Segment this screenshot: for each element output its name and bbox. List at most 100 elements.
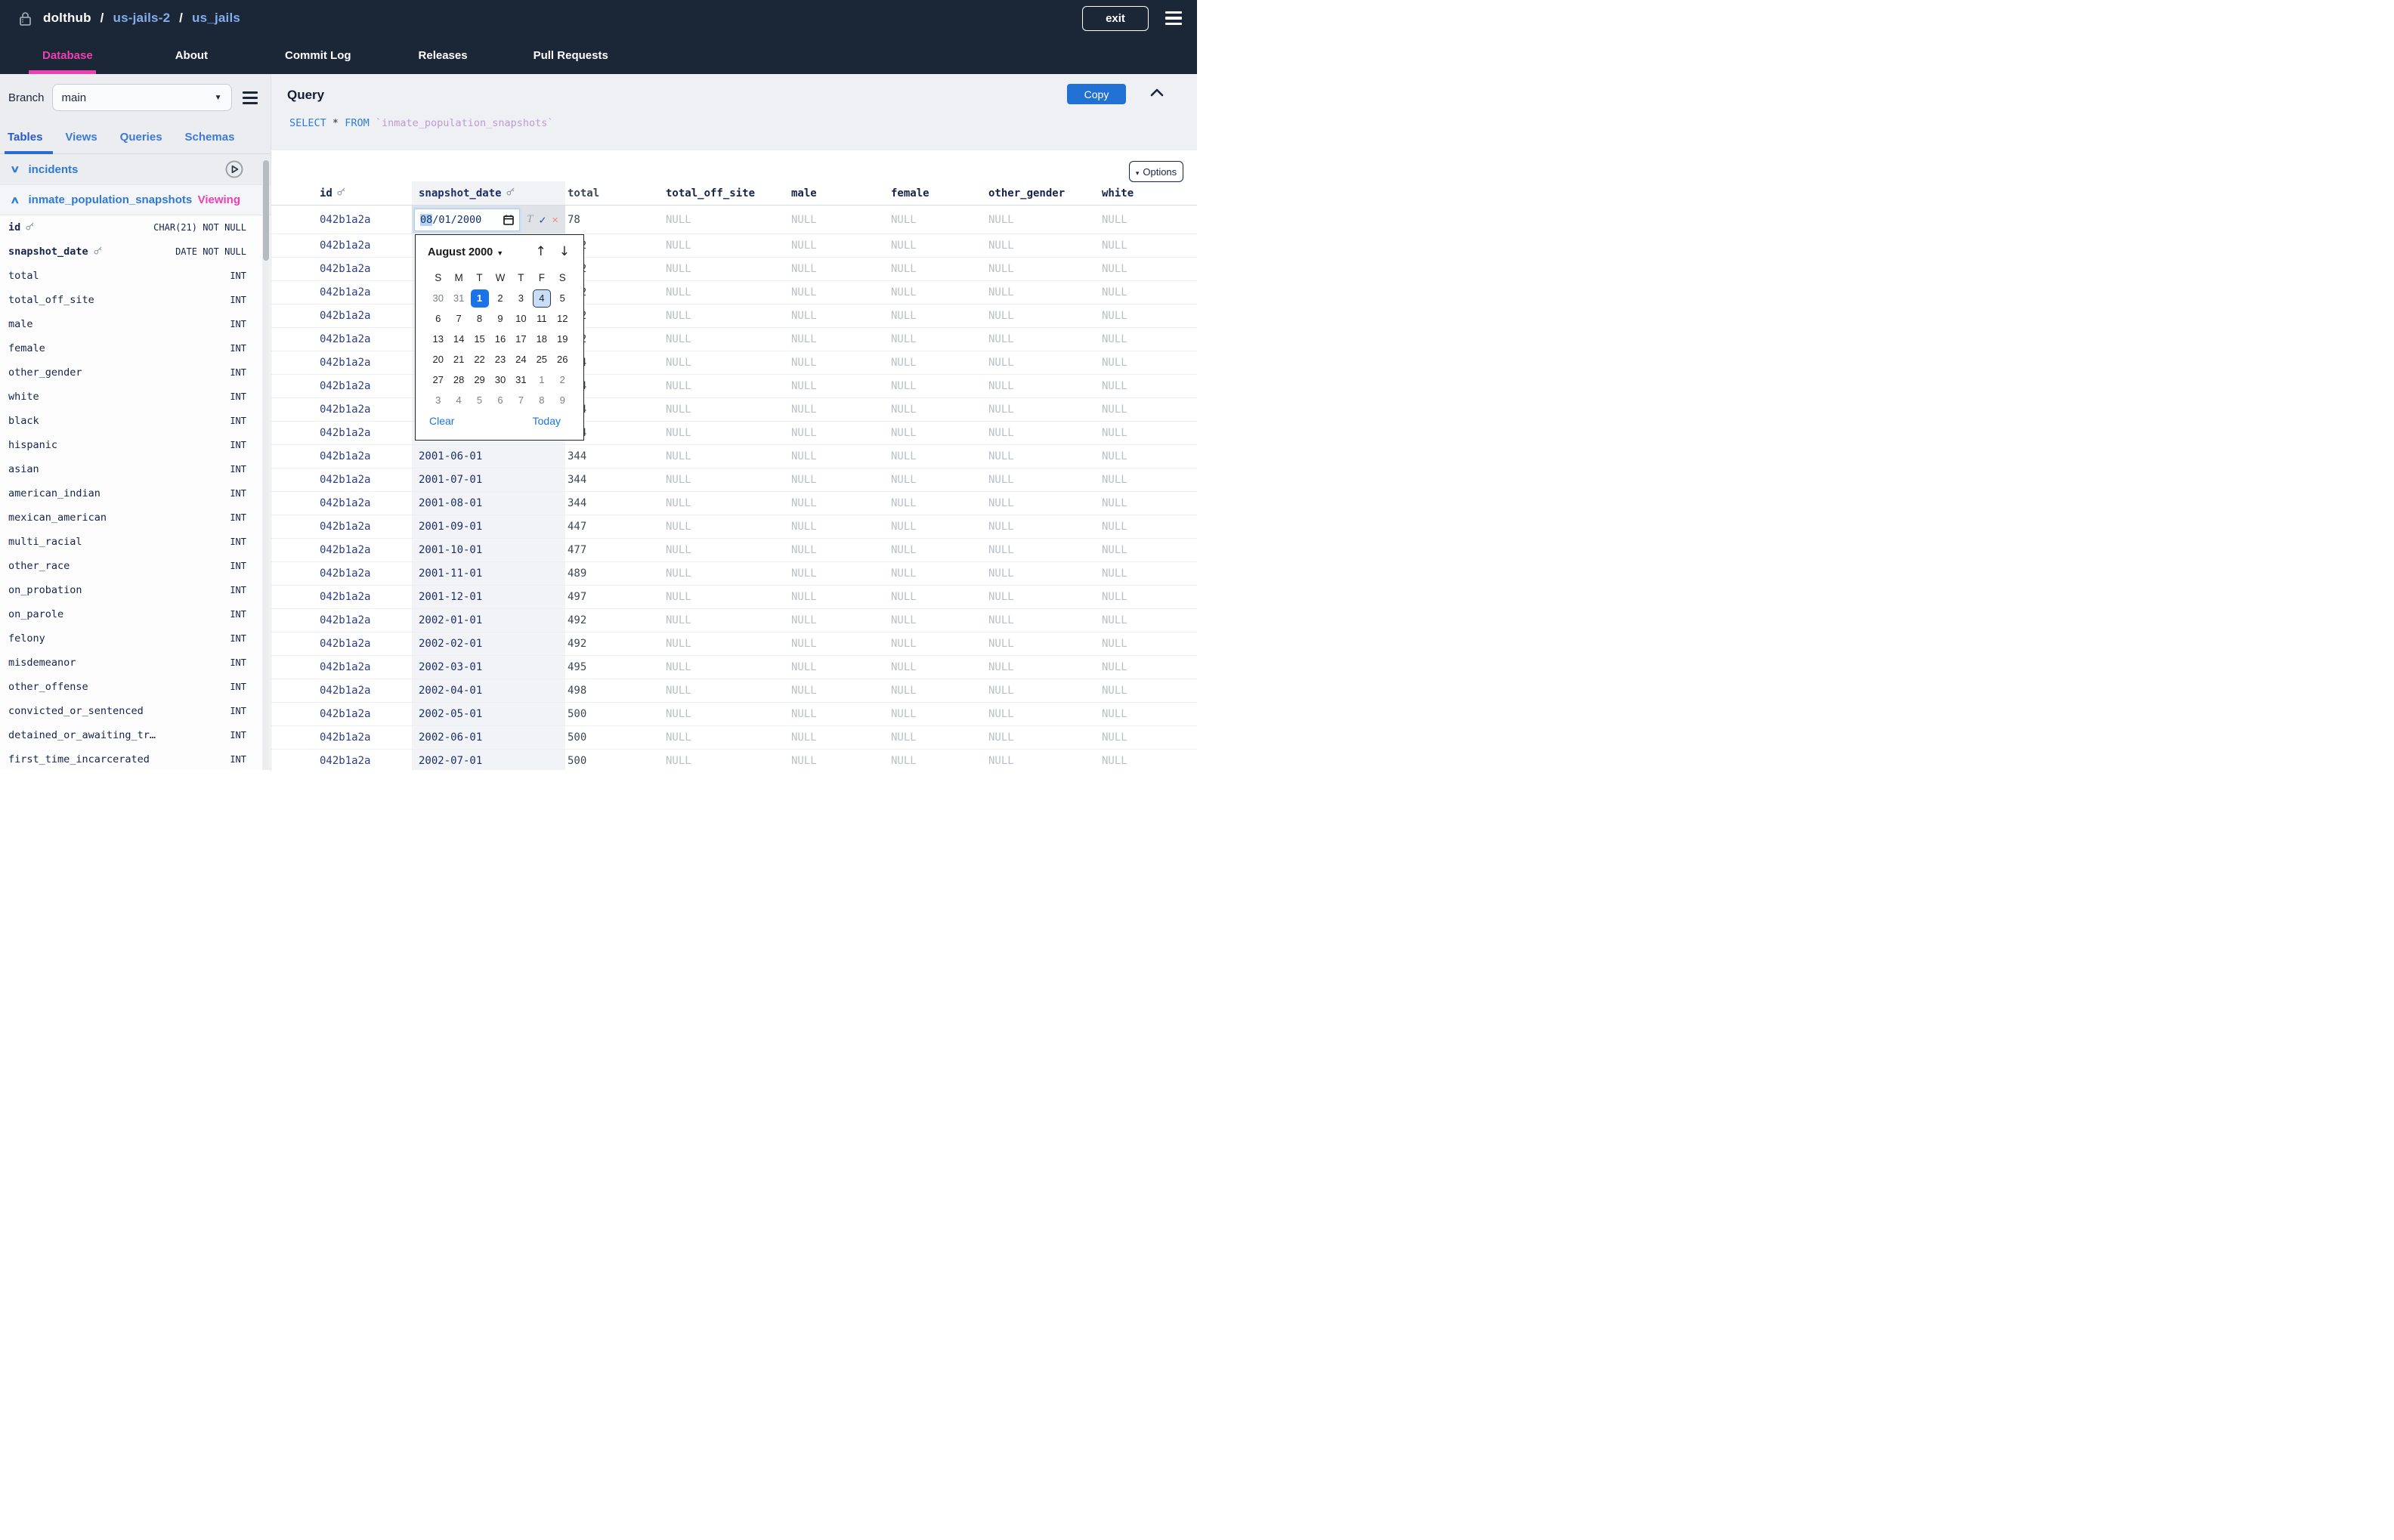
cell-total[interactable]: 78 [565,214,663,226]
schema-column-row[interactable]: blackINT [0,409,271,433]
cell-null[interactable]: NULL [889,567,986,580]
schema-column-row[interactable]: femaleINT [0,336,271,360]
cell-null[interactable]: NULL [663,755,789,767]
schema-column-row[interactable]: maleINT [0,312,271,336]
copy-query-button[interactable]: Copy [1067,84,1126,104]
cell-id[interactable]: 042b1a2a [320,708,412,720]
sidebar-scrollbar-thumb[interactable] [263,160,269,261]
calendar-day[interactable]: 27 [428,370,448,390]
calendar-day[interactable]: 31 [511,370,531,390]
cell-null[interactable]: NULL [789,450,889,462]
schema-column-row[interactable]: hispanicINT [0,433,271,457]
calendar-day[interactable]: 30 [428,288,448,308]
cell-null[interactable]: NULL [986,286,1100,298]
cell-null[interactable]: NULL [663,404,789,416]
calendar-day[interactable]: 24 [511,349,531,370]
cell-null[interactable]: NULL [789,497,889,509]
cancel-edit-icon[interactable]: ✕ [552,214,558,226]
cell-snapshot-date[interactable]: 2001-07-01 [412,468,565,491]
cell-null[interactable]: NULL [986,731,1100,744]
cell-null[interactable]: NULL [1100,240,1197,252]
cell-null[interactable]: NULL [663,357,789,369]
cell-snapshot-date[interactable]: 2001-11-01 [412,562,565,585]
cell-total[interactable]: 344 [565,474,663,486]
column-header-total_off_site[interactable]: total_off_site [663,187,789,199]
schema-column-row[interactable]: other_raceINT [0,554,271,578]
schema-column-row[interactable]: totalINT [0,264,271,288]
cell-id[interactable]: 042b1a2a [320,404,412,416]
calendar-day[interactable]: 2 [490,288,510,308]
cell-null[interactable]: NULL [986,661,1100,673]
cell-null[interactable]: NULL [1100,731,1197,744]
cell-null[interactable]: NULL [663,474,789,486]
cell-null[interactable]: NULL [663,214,789,226]
sidebar-menu-icon[interactable] [243,91,258,104]
cell-null[interactable]: NULL [663,567,789,580]
calendar-day[interactable]: 29 [469,370,490,390]
cell-null[interactable]: NULL [663,333,789,345]
cell-snapshot-date[interactable]: 2001-10-01 [412,539,565,561]
hamburger-menu-icon[interactable] [1165,11,1182,26]
cell-null[interactable]: NULL [1100,333,1197,345]
breadcrumb-database-link[interactable]: us-jails-2 [113,11,171,25]
cell-null[interactable]: NULL [986,521,1100,533]
branch-selector[interactable]: main ▼ [52,84,232,111]
cell-null[interactable]: NULL [889,286,986,298]
cell-total[interactable]: 489 [565,567,663,580]
cell-id[interactable]: 042b1a2a [320,263,412,275]
sidebar-tab-views[interactable]: Views [65,131,97,153]
cell-id[interactable]: 042b1a2a [320,427,412,439]
schema-column-row[interactable]: multi_racialINT [0,530,271,554]
cell-snapshot-date[interactable]: 2002-05-01 [412,703,565,725]
cell-null[interactable]: NULL [663,591,789,603]
cell-id[interactable]: 042b1a2a [320,521,412,533]
cell-null[interactable]: NULL [1100,638,1197,650]
cell-id[interactable]: 042b1a2a [320,286,412,298]
calendar-day[interactable]: 9 [552,390,573,410]
cell-null[interactable]: NULL [663,708,789,720]
cell-null[interactable]: NULL [663,661,789,673]
cell-null[interactable]: NULL [789,661,889,673]
cell-null[interactable]: NULL [986,380,1100,392]
calendar-day[interactable]: 14 [448,329,469,349]
calendar-day[interactable]: 22 [469,349,490,370]
cell-null[interactable]: NULL [986,497,1100,509]
schema-column-row[interactable]: convicted_or_sentencedINT [0,699,271,723]
cell-id[interactable]: 042b1a2a [320,731,412,744]
calendar-day[interactable]: 4 [448,390,469,410]
nav-tab-about[interactable]: About [175,49,208,62]
cell-null[interactable]: NULL [986,708,1100,720]
cell-null[interactable]: NULL [663,263,789,275]
run-table-query-icon[interactable] [225,160,243,178]
calendar-day[interactable]: 16 [490,329,510,349]
cell-null[interactable]: NULL [1100,450,1197,462]
calendar-day[interactable]: 1 [531,370,552,390]
calendar-day[interactable]: 28 [448,370,469,390]
cell-null[interactable]: NULL [1100,591,1197,603]
sidebar-tab-tables[interactable]: Tables [8,131,42,153]
cell-null[interactable]: NULL [986,310,1100,322]
calendar-day[interactable]: 7 [448,308,469,329]
cell-null[interactable]: NULL [889,521,986,533]
sidebar-scrollbar[interactable] [262,159,270,770]
cell-total[interactable]: 500 [565,731,663,744]
cell-null[interactable]: NULL [663,544,789,556]
cell-id[interactable]: 042b1a2a [320,310,412,322]
schema-column-row[interactable]: misdemeanorINT [0,651,271,675]
cell-null[interactable]: NULL [1100,310,1197,322]
calendar-day[interactable]: 6 [490,390,510,410]
cell-null[interactable]: NULL [663,521,789,533]
calendar-day[interactable]: 19 [552,329,573,349]
calendar-day[interactable]: 3 [428,390,448,410]
cell-null[interactable]: NULL [663,240,789,252]
calendar-day[interactable]: 25 [531,349,552,370]
cell-snapshot-date[interactable]: 2002-01-01 [412,609,565,632]
cell-total[interactable]: 344 [565,497,663,509]
cell-null[interactable]: NULL [663,497,789,509]
cell-null[interactable]: NULL [889,427,986,439]
cell-id[interactable]: 042b1a2a [320,591,412,603]
cell-id[interactable]: 042b1a2a [320,567,412,580]
table-options-button[interactable]: ▾Options [1129,161,1183,182]
calendar-day[interactable]: 7 [511,390,531,410]
cell-snapshot-date[interactable]: 2001-06-01 [412,445,565,468]
